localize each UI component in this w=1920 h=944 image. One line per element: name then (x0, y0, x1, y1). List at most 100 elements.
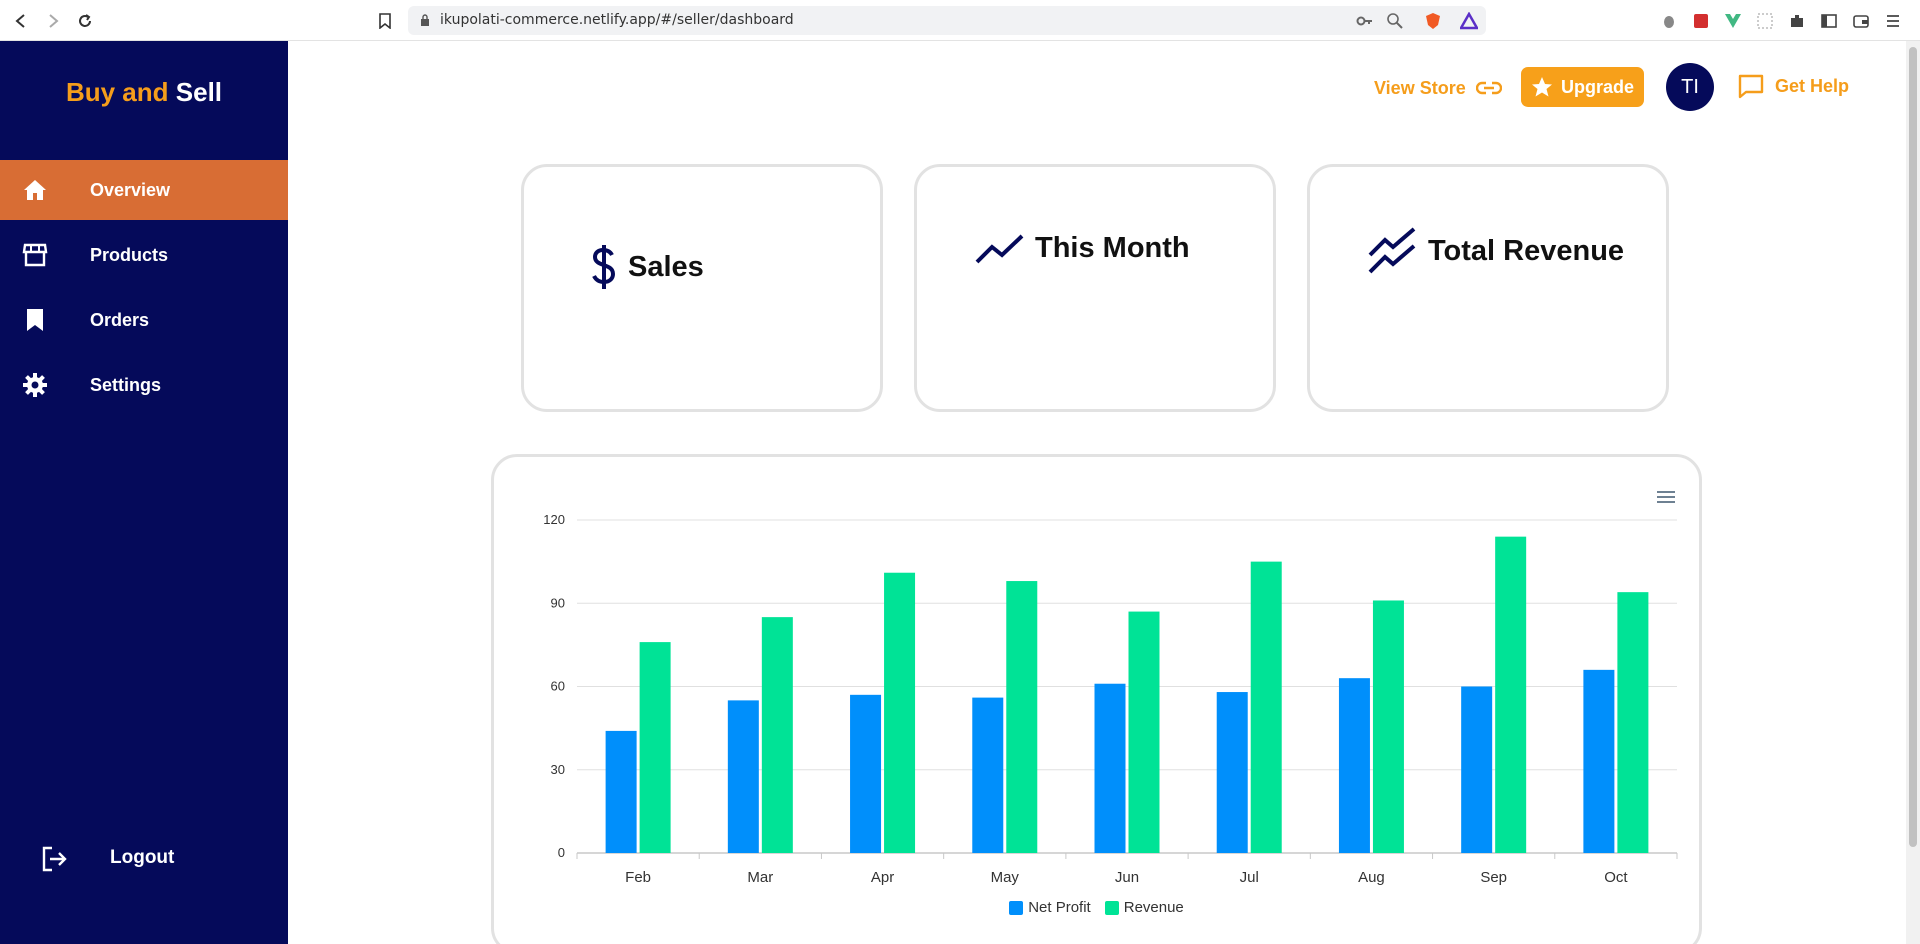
y-tick-label: 60 (551, 679, 565, 694)
wallet-icon[interactable] (1852, 12, 1870, 30)
extension-grid-icon[interactable] (1756, 12, 1774, 30)
upgrade-button[interactable]: Upgrade (1521, 67, 1644, 107)
sidebar-item-products[interactable]: Products (0, 225, 288, 285)
zoom-icon[interactable] (1386, 12, 1404, 30)
bar-net-profit (1094, 683, 1126, 853)
sidebar-item-label: Settings (90, 374, 162, 395)
get-help-label: Get Help (1775, 75, 1850, 96)
double-trend-icon (1368, 227, 1416, 274)
bar-net-profit (727, 700, 759, 853)
card-title: This Month (1035, 232, 1190, 264)
home-icon (24, 180, 46, 200)
brand-part2: Sell (175, 77, 223, 107)
card-header: This Month (975, 232, 1190, 265)
x-tick-label: Aug (1358, 869, 1385, 886)
bar-revenue (1250, 561, 1282, 853)
sidebar-item-orders[interactable]: Orders (0, 290, 288, 350)
back-icon[interactable] (8, 8, 34, 34)
this-month-card: This Month (914, 164, 1276, 412)
x-tick-label: Sep (1480, 869, 1507, 886)
y-tick-label: 120 (543, 512, 565, 527)
avatar[interactable]: TI (1666, 63, 1714, 111)
logout-label: Logout (110, 847, 175, 868)
brave-rewards-icon[interactable] (1460, 12, 1478, 30)
card-header: Total Revenue (1368, 227, 1624, 275)
address-bar[interactable]: ikupolati-commerce.netlify.app/#/seller/… (408, 6, 1486, 35)
browser-toolbar: ikupolati-commerce.netlify.app/#/seller/… (0, 0, 1920, 41)
url-text: ikupolati-commerce.netlify.app/#/seller/… (440, 12, 794, 28)
lock-icon (421, 14, 429, 26)
key-icon[interactable] (1356, 12, 1374, 30)
bar-revenue (639, 642, 671, 853)
x-tick-label: Apr (871, 869, 894, 886)
bar-revenue (1617, 592, 1649, 853)
y-tick-label: 30 (551, 762, 565, 777)
brand-logo[interactable]: Buy and Sell (0, 77, 288, 108)
view-store-label: View Store (1374, 77, 1466, 98)
bar-chart: 0 30 60 90 120 Feb Mar Apr May Jun Jul Aug Sep Oct (543, 512, 1678, 886)
legend-swatch (1104, 900, 1119, 915)
forward-icon[interactable] (40, 8, 66, 34)
hamburger-menu-icon[interactable] (1884, 12, 1902, 30)
legend-label: Revenue (1123, 899, 1184, 916)
bar-revenue (1495, 536, 1527, 853)
brave-shield-icon[interactable] (1424, 12, 1442, 30)
card-title: Sales (628, 250, 704, 283)
chart-legend: Net Profit Revenue (494, 899, 1699, 916)
store-icon (22, 243, 48, 267)
link-icon (1475, 81, 1502, 95)
bar-net-profit (972, 697, 1004, 853)
x-tick-label: Jul (1240, 869, 1259, 886)
bookmark-page-icon[interactable] (372, 8, 398, 34)
logout-button[interactable]: Logout (0, 833, 288, 883)
x-tick-label: Oct (1604, 869, 1628, 886)
view-store-link[interactable]: View Store (1374, 76, 1502, 100)
reload-icon[interactable] (72, 8, 98, 34)
x-tick-label: Mar (747, 869, 773, 886)
bar-net-profit (1461, 686, 1493, 853)
y-tick-label: 0 (558, 845, 565, 860)
chart-card: 0 30 60 90 120 Feb Mar Apr May Jun Jul Aug Sep Oct Ne… (491, 454, 1702, 944)
brand-part1: Buy and (65, 77, 169, 107)
sidebar-toggle-icon[interactable] (1820, 12, 1838, 30)
legend-item-net-profit[interactable]: Net Profit (1009, 899, 1091, 916)
sidebar-item-label: Overview (90, 179, 171, 200)
bar-net-profit (1338, 678, 1370, 853)
card-header: Sales (590, 243, 704, 291)
legend-label: Net Profit (1028, 899, 1091, 916)
extension-red-icon[interactable] (1692, 12, 1710, 30)
total-revenue-card: Total Revenue (1307, 164, 1669, 412)
bar-revenue (1006, 581, 1038, 853)
page-scrollbar[interactable] (1906, 41, 1920, 944)
get-help-link[interactable]: Get Help (1737, 73, 1849, 99)
upgrade-label: Upgrade (1560, 76, 1634, 97)
legend-item-revenue[interactable]: Revenue (1104, 899, 1184, 916)
bar-net-profit (1216, 692, 1248, 853)
x-tick-label: May (991, 869, 1020, 886)
extension-bug-icon[interactable] (1660, 12, 1678, 30)
bar-revenue (1372, 600, 1404, 853)
bar-net-profit (1583, 669, 1615, 853)
dollar-icon (592, 245, 616, 289)
bar-net-profit (605, 730, 637, 853)
bar-net-profit (850, 694, 882, 853)
vue-devtools-icon[interactable] (1724, 12, 1742, 30)
bar-revenue (1128, 611, 1160, 853)
sidebar-item-label: Products (90, 244, 169, 265)
x-tick-label: Jun (1115, 869, 1139, 886)
puzzle-icon[interactable] (1788, 12, 1806, 30)
avatar-initials: TI (1681, 75, 1699, 98)
x-tick-label: Feb (625, 869, 651, 886)
chat-icon (1738, 74, 1764, 99)
sidebar-item-overview[interactable]: Overview (0, 160, 288, 220)
scrollbar-thumb[interactable] (1909, 47, 1917, 847)
sales-card: Sales (521, 164, 883, 412)
gear-icon (23, 373, 47, 397)
trend-up-icon (975, 234, 1024, 263)
bar-revenue (884, 572, 916, 853)
sidebar: Buy and Sell Overview Products Orders Se… (0, 41, 288, 944)
y-tick-label: 90 (551, 595, 565, 610)
legend-swatch (1009, 900, 1024, 915)
bar-revenue (761, 617, 793, 853)
sidebar-item-settings[interactable]: Settings (0, 355, 288, 415)
